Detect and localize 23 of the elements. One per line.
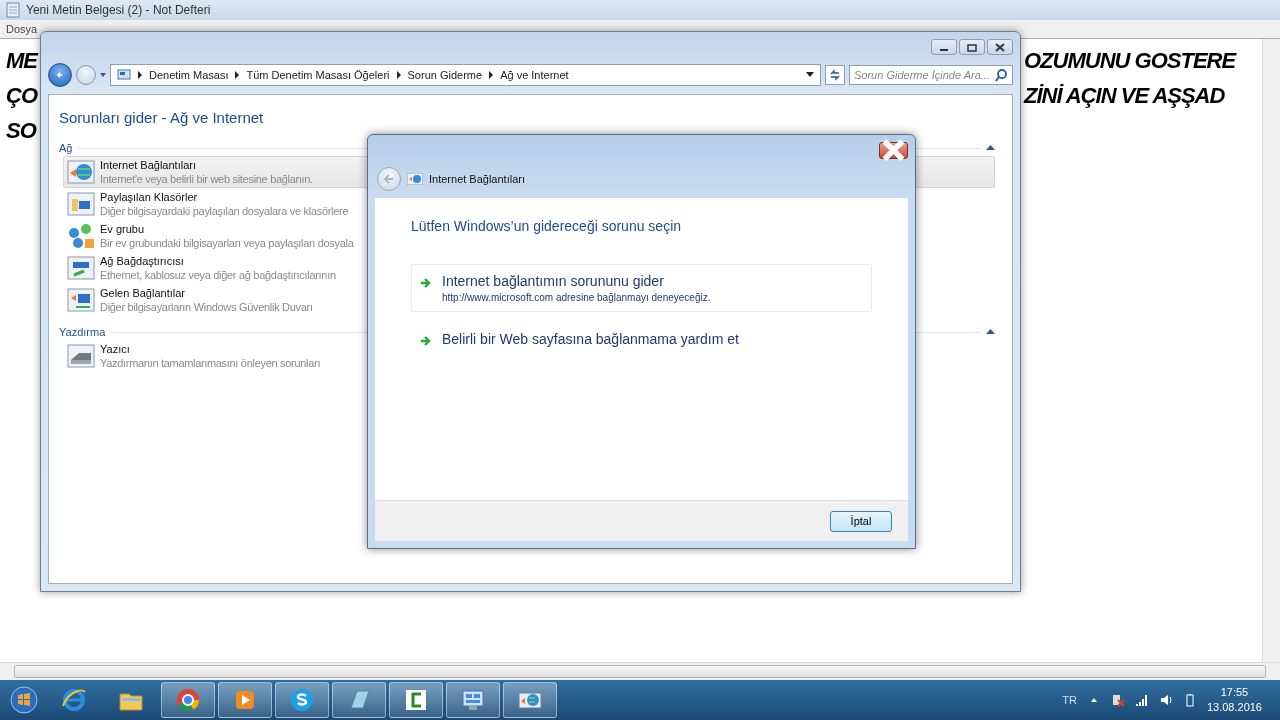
item-description: Diğer bilgisayardaki paylaşılan dosyalara ve klasörlere <box>100 204 349 218</box>
document-text: ÇO <box>6 82 37 110</box>
item-description: Yazdırmanın tamamlanmasını önleyen sorunları <box>100 356 321 370</box>
item-title: Ev grubu <box>100 222 145 236</box>
document-text: OZUMUNU GOSTERE <box>1024 47 1236 75</box>
item-title: Yazıcı <box>100 342 130 356</box>
instruction-heading: Lütfen Windows’un gidereceği sorunu seçin <box>411 218 682 234</box>
item-title: Internet Bağlantıları <box>100 158 196 172</box>
item-title: Paylaşılan Klasörler <box>100 190 198 204</box>
document-text: ZİNİ AÇIN VE AŞŞAD <box>1024 82 1225 110</box>
page-heading: Sorunları gider - Ağ ve Internet <box>59 109 264 126</box>
item-description: Ethernet, kablosuz veya diğer ağ bağdaştırıcılarının <box>100 268 336 282</box>
item-description: Diğer bilgisayarların Windows Güvenlik Duvarı <box>100 300 313 314</box>
document-text: ME <box>6 47 37 75</box>
item-title: Gelen Bağlantılar <box>100 286 185 300</box>
item-title: Ağ Bağdaştırıcısı <box>100 254 184 268</box>
dialog-title: Internet Bağlantıları <box>429 173 525 185</box>
window-title: Yeni Metin Belgesi (2) - Not Defteri <box>26 3 211 17</box>
document-text: SO <box>6 117 36 145</box>
item-description: Bir ev grubundaki bilgisayarları veya paylaşılan dosyala <box>100 236 354 250</box>
group-heading: Ağ <box>59 142 73 154</box>
item-description: Internet'e veya belirli bir web sitesine bağlanın. <box>100 172 313 186</box>
group-heading: Yazdırma <box>59 326 106 338</box>
